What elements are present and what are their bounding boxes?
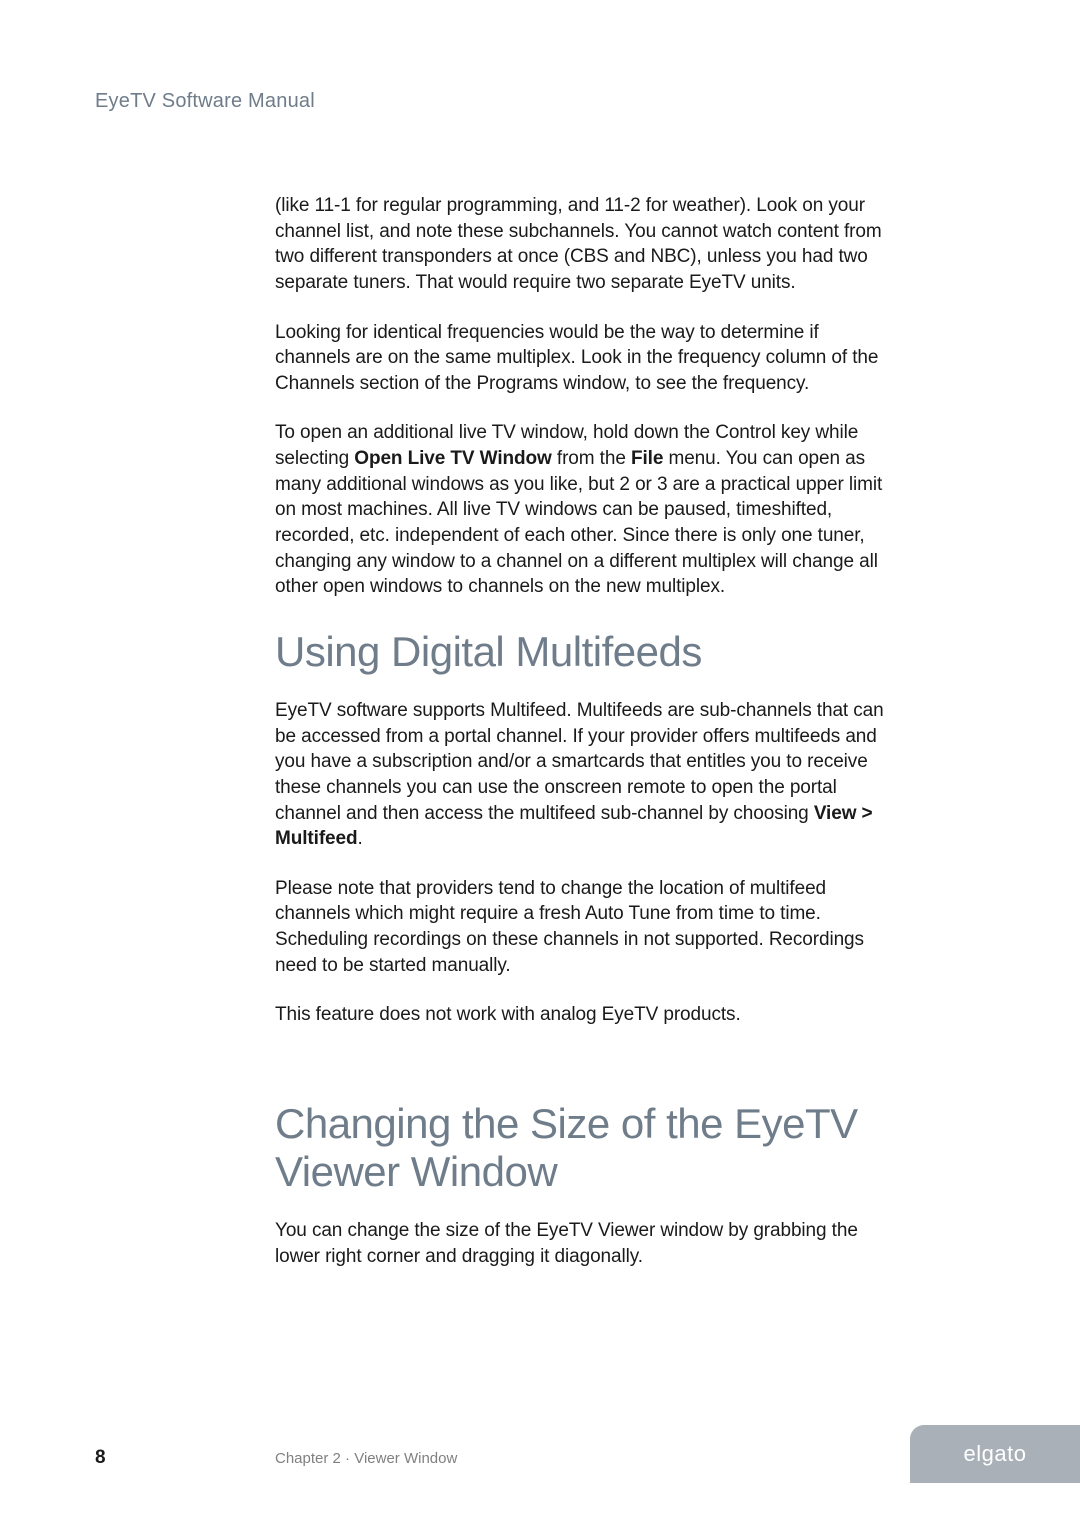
body-paragraph: (like 11-1 for regular programming, and …	[275, 193, 895, 296]
body-paragraph: This feature does not work with analog E…	[275, 1002, 895, 1028]
content-column: (like 11-1 for regular programming, and …	[275, 193, 895, 1269]
bold-text: File	[631, 448, 663, 469]
page-container: EyeTV Software Manual (like 11-1 for reg…	[0, 0, 1080, 1527]
page-footer: 8 Chapter 2 · Viewer Window elgato	[0, 1433, 1080, 1469]
running-header: EyeTV Software Manual	[95, 90, 985, 113]
section-heading-multifeeds: Using Digital Multifeeds	[275, 628, 895, 676]
brand-tab: elgato	[910, 1425, 1080, 1483]
text-run: .	[358, 828, 363, 849]
footer-chapter-label: Chapter 2 · Viewer Window	[275, 1450, 457, 1467]
text-run: from the	[552, 448, 631, 469]
section-heading-viewer-size: Changing the Size of the EyeTV Viewer Wi…	[275, 1100, 895, 1196]
body-paragraph: Looking for identical frequencies would …	[275, 320, 895, 397]
page-number: 8	[95, 1447, 106, 1469]
text-run: menu. You can open as many additional wi…	[275, 448, 882, 597]
body-paragraph: To open an additional live TV window, ho…	[275, 420, 895, 599]
body-paragraph: You can change the size of the EyeTV Vie…	[275, 1218, 895, 1269]
bold-text: Open Live TV Window	[354, 448, 551, 469]
body-paragraph: EyeTV software supports Multifeed. Multi…	[275, 698, 895, 852]
body-paragraph: Please note that providers tend to chang…	[275, 876, 895, 979]
text-run: EyeTV software supports Multifeed. Multi…	[275, 700, 884, 824]
